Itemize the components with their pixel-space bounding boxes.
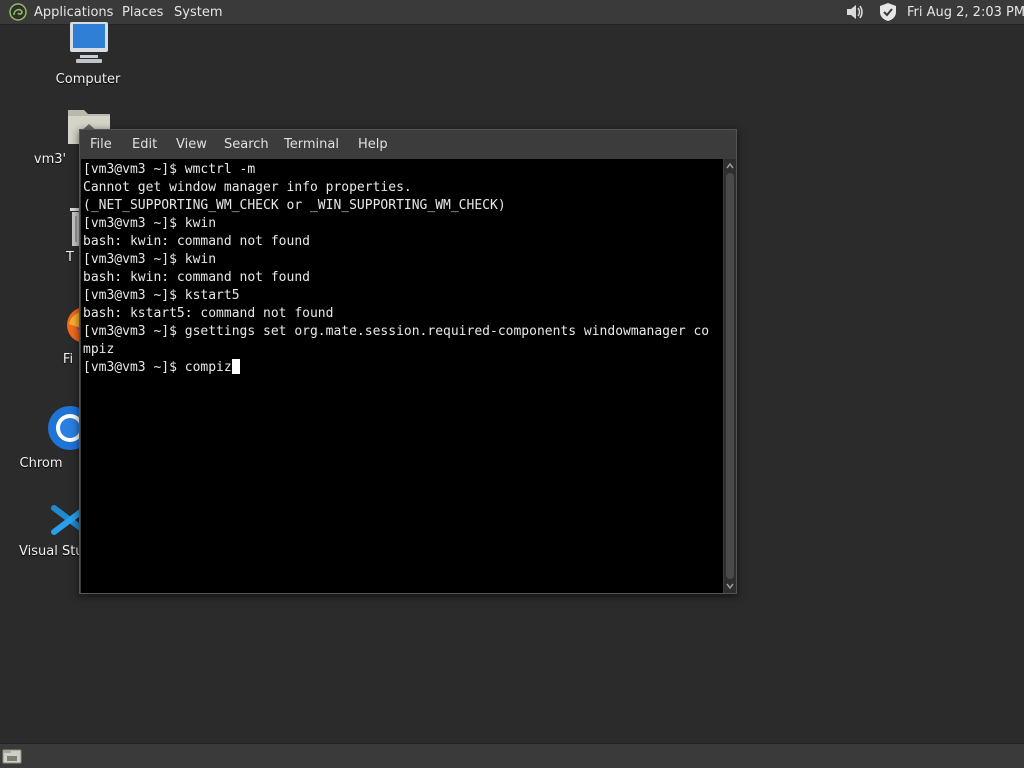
menu-edit[interactable]: Edit bbox=[132, 130, 157, 159]
menu-terminal[interactable]: Terminal bbox=[284, 130, 339, 159]
menu-help[interactable]: Help bbox=[358, 130, 388, 159]
terminal-line: [vm3@vm3 ~]$ kwin bbox=[83, 252, 217, 267]
top-panel: Applications Places System Fri Aug 2, 2:… bbox=[0, 0, 1024, 25]
terminal-lines: [vm3@vm3 ~]$ wmctrl -m Cannot get window… bbox=[83, 161, 709, 377]
scrollbar-thumb[interactable] bbox=[726, 173, 734, 579]
terminal-line: [vm3@vm3 ~]$ wmctrl -m bbox=[83, 162, 256, 177]
terminal-cursor bbox=[231, 359, 240, 374]
menu-view[interactable]: View bbox=[176, 130, 207, 159]
terminal-line: [vm3@vm3 ~]$ gsettings set org.mate.sess… bbox=[83, 324, 710, 339]
terminal-line: bash: kwin: command not found bbox=[83, 234, 310, 249]
terminal-prompt-line[interactable]: [vm3@vm3 ~]$ compiz bbox=[83, 359, 709, 377]
terminal-line: mpiz bbox=[83, 342, 115, 357]
volume-icon[interactable] bbox=[843, 2, 865, 22]
mate-logo-icon[interactable] bbox=[9, 3, 27, 21]
system-menu[interactable]: System bbox=[174, 0, 222, 25]
shield-update-icon[interactable] bbox=[877, 2, 899, 22]
terminal-menubar: File Edit View Search Terminal Help bbox=[80, 130, 736, 159]
terminal-current-input[interactable]: [vm3@vm3 ~]$ compiz bbox=[83, 360, 232, 375]
terminal-line: (_NET_SUPPORTING_WM_CHECK or _WIN_SUPPOR… bbox=[83, 198, 506, 213]
scroll-up-arrow-icon[interactable] bbox=[724, 160, 736, 172]
places-menu[interactable]: Places bbox=[122, 0, 163, 25]
desktop-icon-label: Chrom bbox=[19, 456, 63, 471]
desktop-icon-computer[interactable]: Computer bbox=[38, 22, 138, 90]
terminal-window[interactable]: File Edit View Search Terminal Help [vm3… bbox=[79, 129, 737, 594]
terminal-line: bash: kwin: command not found bbox=[83, 270, 310, 285]
terminal-output[interactable]: [vm3@vm3 ~]$ wmctrl -m Cannot get window… bbox=[81, 159, 723, 593]
clock[interactable]: Fri Aug 2, 2:03 PM bbox=[907, 0, 1024, 25]
terminal-line: Cannot get window manager info propertie… bbox=[83, 180, 412, 195]
desktop-icon-label: Computer bbox=[55, 72, 121, 87]
computer-icon bbox=[70, 22, 108, 63]
scroll-down-arrow-icon[interactable] bbox=[724, 580, 736, 592]
terminal-line: [vm3@vm3 ~]$ kwin bbox=[83, 216, 217, 231]
terminal-scrollbar[interactable] bbox=[724, 159, 736, 593]
show-desktop-icon[interactable] bbox=[2, 747, 22, 765]
menu-file[interactable]: File bbox=[90, 130, 112, 159]
terminal-line: bash: kstart5: command not found bbox=[83, 306, 334, 321]
bottom-panel bbox=[0, 743, 1024, 768]
terminal-line: [vm3@vm3 ~]$ kstart5 bbox=[83, 288, 240, 303]
menu-search[interactable]: Search bbox=[224, 130, 269, 159]
